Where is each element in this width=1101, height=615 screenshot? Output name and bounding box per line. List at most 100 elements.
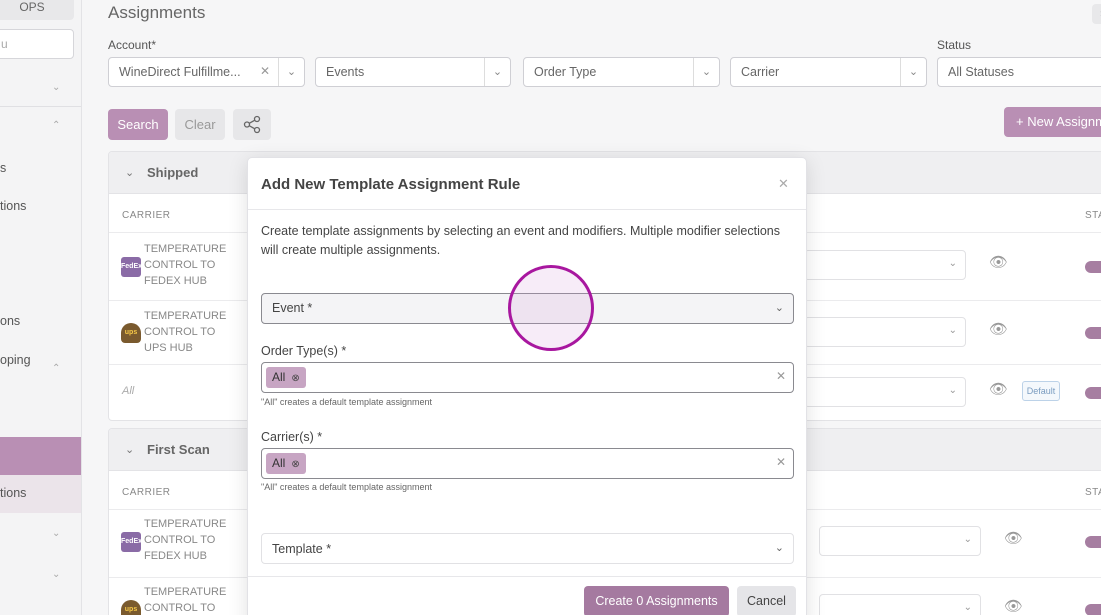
tag-label: All <box>272 456 286 470</box>
cancel-button[interactable]: Cancel <box>737 586 796 615</box>
chevron-down-icon[interactable]: ⌄ <box>52 569 60 580</box>
fedex-logo: FedEx <box>121 532 142 552</box>
order-types-field[interactable]: All ⊗ ✕ <box>261 362 794 393</box>
modal-description: Create template assignments by selecting… <box>261 224 781 257</box>
modal-divider <box>248 209 806 210</box>
carrier-select[interactable]: Carrier ⌄ <box>730 57 927 87</box>
eye-icon[interactable]: 👁 <box>989 380 1008 398</box>
sidebar-item[interactable]: tions <box>0 199 26 213</box>
status-select[interactable]: All Statuses <box>937 57 1101 87</box>
chevron-down-icon: ⌄ <box>963 534 972 545</box>
search-button[interactable]: Search <box>108 109 168 140</box>
status-label: Status <box>937 38 972 52</box>
sidebar-subitem[interactable]: tions <box>0 475 81 513</box>
eye-icon[interactable]: 👁 <box>1004 597 1023 615</box>
carrier-placeholder: Carrier <box>741 65 780 79</box>
column-status: STA <box>1085 210 1101 221</box>
ups-logo: ups <box>121 323 141 343</box>
status-toggle[interactable] <box>1085 261 1101 273</box>
chevron-down-icon: ⌄ <box>963 602 972 613</box>
order-type-tag[interactable]: All ⊗ <box>266 367 306 388</box>
tag-remove-icon[interactable]: ⊗ <box>291 459 299 470</box>
status-value: All Statuses <box>948 65 1015 79</box>
sidebar-item[interactable]: oping <box>0 353 31 367</box>
ups-logo: ups <box>121 600 141 615</box>
chevron-down-icon: ⌄ <box>948 258 957 269</box>
chevron-down-icon[interactable]: ⌄ <box>484 58 510 86</box>
ops-badge[interactable]: OPS <box>0 0 74 20</box>
order-types-label: Order Type(s) * <box>261 344 347 358</box>
collapse-icon[interactable]: › <box>1092 4 1101 24</box>
account-value: WineDirect Fulfillme... <box>119 65 241 79</box>
modal-divider <box>248 576 806 577</box>
column-status: STA <box>1085 487 1101 498</box>
chevron-down-icon[interactable]: ⌄ <box>693 58 719 86</box>
clear-button[interactable]: Clear <box>175 109 225 140</box>
add-rule-modal: Add New Template Assignment Rule ✕ Creat… <box>247 157 807 615</box>
tag-remove-icon[interactable]: ⊗ <box>291 373 299 384</box>
fedex-logo: FedEx <box>121 257 142 277</box>
status-toggle[interactable] <box>1085 604 1101 615</box>
carriers-help: "All" creates a default template assignm… <box>261 482 432 492</box>
chevron-down-icon[interactable]: ⌄ <box>52 82 60 93</box>
status-toggle[interactable] <box>1085 387 1101 399</box>
template-select[interactable]: Template * ⌄ <box>261 533 794 564</box>
sidebar: OPS u ⌄ ⌃ s tions ons oping ⌃ tions ⌄ ⌄ <box>0 0 82 615</box>
events-select[interactable]: Events ⌄ <box>315 57 511 87</box>
sidebar-divider <box>0 106 81 107</box>
sidebar-item[interactable]: s <box>0 161 6 175</box>
column-carrier: CARRIER <box>122 210 171 221</box>
carriers-label: Carrier(s) * <box>261 430 323 444</box>
sidebar-item-active[interactable] <box>0 437 81 475</box>
account-label: Account* <box>108 38 157 52</box>
carrier-name: TEMPERATURE CONTROL TO UPS HUB <box>144 310 227 354</box>
template-select[interactable]: ⌄ <box>819 526 981 556</box>
order-types-help: "All" creates a default template assignm… <box>261 397 432 407</box>
eye-icon[interactable]: 👁 <box>1004 529 1023 547</box>
template-select[interactable]: ⌄ <box>804 317 966 347</box>
chevron-up-icon[interactable]: ⌃ <box>52 363 60 374</box>
clear-icon[interactable]: ✕ <box>776 369 786 383</box>
chevron-up-icon[interactable]: ⌃ <box>52 120 60 131</box>
status-toggle[interactable] <box>1085 536 1101 548</box>
share-button[interactable] <box>233 109 271 140</box>
tag-label: All <box>272 370 286 384</box>
create-assignments-button[interactable]: Create 0 Assignments <box>584 586 729 615</box>
clear-icon[interactable]: ✕ <box>260 64 270 78</box>
events-placeholder: Events <box>326 65 365 79</box>
cursor-highlight <box>508 265 594 351</box>
eye-icon[interactable]: 👁 <box>989 320 1008 338</box>
status-toggle[interactable] <box>1085 327 1101 339</box>
carrier-name: TEMPERATURE CONTROL TO UPS <box>144 586 227 614</box>
carriers-field[interactable]: All ⊗ ✕ <box>261 448 794 479</box>
modal-title: Add New Template Assignment Rule <box>261 176 521 193</box>
chevron-down-icon[interactable]: ⌄ <box>125 443 134 456</box>
template-select[interactable]: ⌄ <box>804 250 966 280</box>
chevron-down-icon[interactable]: ⌄ <box>900 58 926 86</box>
order-type-select[interactable]: Order Type ⌄ <box>523 57 720 87</box>
template-select[interactable]: ⌄ <box>819 594 981 615</box>
account-select[interactable]: WineDirect Fulfillme... ✕ ⌄ <box>108 57 305 87</box>
clear-icon[interactable]: ✕ <box>776 455 786 469</box>
template-select[interactable]: ⌄ <box>804 377 966 407</box>
new-assignment-button[interactable]: + New Assignm <box>1004 107 1101 137</box>
eye-icon[interactable]: 👁 <box>989 253 1008 271</box>
carrier-name: TEMPERATURE CONTROL TO FEDEX HUB <box>144 243 227 287</box>
carrier-tag[interactable]: All ⊗ <box>266 453 306 474</box>
page-title: Assignments <box>108 3 206 22</box>
template-placeholder: Template * <box>272 542 332 556</box>
default-badge: Default <box>1022 381 1060 401</box>
sidebar-search-input[interactable]: u <box>0 29 74 59</box>
chevron-down-icon: ⌄ <box>774 542 784 554</box>
chevron-down-icon[interactable]: ⌄ <box>52 528 60 539</box>
chevron-down-icon: ⌄ <box>948 325 957 336</box>
event-placeholder: Event * <box>272 301 313 315</box>
chevron-down-icon: ⌄ <box>774 302 784 314</box>
chevron-down-icon[interactable]: ⌄ <box>278 58 304 86</box>
chevron-down-icon[interactable]: ⌄ <box>125 166 134 179</box>
order-type-placeholder: Order Type <box>534 65 597 79</box>
close-icon[interactable]: ✕ <box>778 176 789 192</box>
chevron-down-icon: ⌄ <box>948 385 957 396</box>
share-icon <box>243 115 261 134</box>
sidebar-item[interactable]: ons <box>0 314 20 328</box>
